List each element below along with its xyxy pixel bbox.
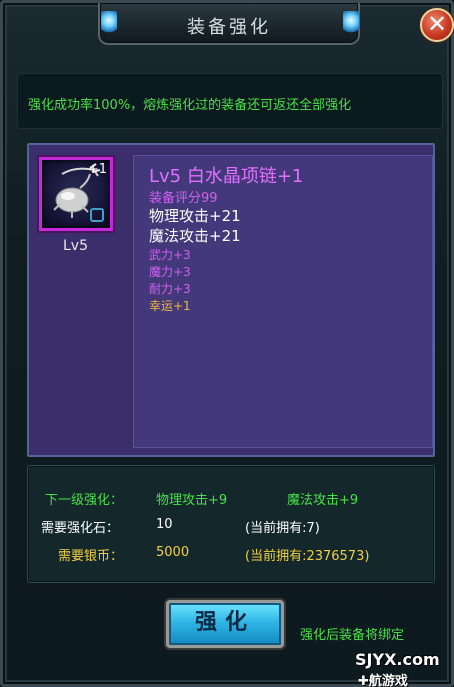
item-level-label: Lv5 <box>63 238 88 254</box>
item-name: Lv5 白水晶项链+1 <box>149 166 304 187</box>
window-title: 装备强化 <box>187 17 271 38</box>
next-physical-bonus: 物理攻击+9 <box>156 493 228 508</box>
next-level-label: 下一级强化： <box>45 493 124 508</box>
close-icon: ✕ <box>426 10 448 38</box>
enhance-button[interactable]: 强化 <box>166 600 284 648</box>
gem-ornament-icon <box>101 11 117 35</box>
silver-required: 5000 <box>156 545 190 560</box>
stat-luck: 幸运+1 <box>149 299 191 313</box>
stat-physical-attack: 物理攻击+21 <box>149 207 241 225</box>
item-plus-badge: +1 <box>87 162 107 177</box>
stone-required: 10 <box>156 517 173 532</box>
stat-endurance: 耐力+3 <box>149 282 191 296</box>
watermark-brand: ✚航游戏 <box>358 674 408 687</box>
stat-magic-power: 魔力+3 <box>149 265 191 279</box>
next-magic-bonus: 魔法攻击+9 <box>287 493 359 508</box>
requirements-panel: 下一级强化： 物理攻击+9 魔法攻击+9 需要强化石： 10 (当前拥有:7) … <box>27 465 435 583</box>
stat-magic-attack: 魔法攻击+21 <box>149 227 241 245</box>
close-button[interactable]: ✕ <box>420 8 454 42</box>
success-rate-text: 强化成功率100%，熔炼强化过的装备还可返还全部强化 <box>28 98 352 113</box>
lock-icon <box>90 208 104 222</box>
enhance-window: 装备强化 ✕ 强化成功率100%，熔炼强化过的装备还可返还全部强化 +1 Lv5… <box>0 0 454 687</box>
equipment-panel: +1 Lv5 Lv5 白水晶项链+1 装备评分99 物理攻击+21 魔法攻击+2… <box>27 143 435 457</box>
bind-note: 强化后装备将绑定 <box>300 628 405 643</box>
item-score: 装备评分99 <box>149 191 218 206</box>
stone-label: 需要强化石： <box>41 521 120 536</box>
stone-owned: (当前拥有:7) <box>245 521 320 536</box>
silver-owned: (当前拥有:2376573) <box>245 549 370 564</box>
silver-label: 需要银币： <box>58 549 124 564</box>
watermark-site: SJYX.com <box>355 650 440 669</box>
title-bar: 装备强化 <box>98 3 360 45</box>
info-panel: 强化成功率100%，熔炼强化过的装备还可返还全部强化 <box>17 73 443 129</box>
item-slot[interactable]: +1 <box>39 157 113 231</box>
stat-force: 武力+3 <box>149 248 191 262</box>
gem-ornament-icon <box>343 11 359 35</box>
item-stats-box: Lv5 白水晶项链+1 装备评分99 物理攻击+21 魔法攻击+21 武力+3 … <box>133 155 433 448</box>
